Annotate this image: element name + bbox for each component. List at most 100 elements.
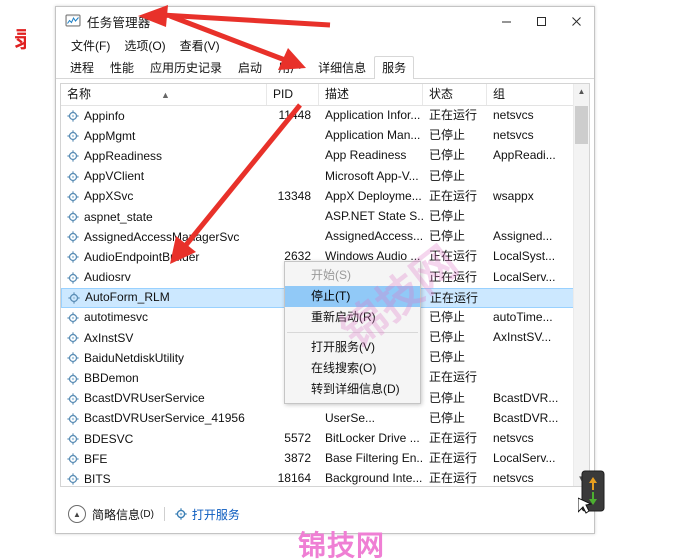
maximize-button[interactable] bbox=[524, 7, 559, 35]
task-manager-window: 任务管理器 文件(F) 选项(O) 查看(V) 进程 性能 应用历史记录 启动 … bbox=[55, 6, 595, 534]
table-row[interactable]: AppVClient Microsoft App-V... 已停止 bbox=[61, 167, 589, 187]
service-name-label: BBDemon bbox=[84, 371, 139, 386]
service-gear-icon bbox=[67, 372, 79, 385]
tab-startup[interactable]: 启动 bbox=[230, 56, 270, 79]
cell-pid bbox=[267, 126, 319, 146]
cell-group: BcastDVR... bbox=[493, 390, 559, 405]
cell-pid: 5572 bbox=[284, 431, 311, 445]
cell-group: Assigned... bbox=[493, 229, 553, 244]
service-gear-icon bbox=[67, 352, 79, 364]
context-menu-item[interactable]: 停止(T) bbox=[285, 286, 420, 307]
cell-status: 正在运行 bbox=[429, 108, 478, 122]
open-services-link[interactable]: 打开服务 bbox=[175, 506, 240, 523]
cell-status: 已停止 bbox=[429, 309, 466, 324]
cell-status: 正在运行 bbox=[429, 188, 478, 203]
service-gear-icon bbox=[175, 508, 187, 520]
left-edge-glyph: 录 bbox=[14, 28, 26, 53]
table-row[interactable]: AppMgmt Application Man... 已停止 netsvcs bbox=[61, 126, 589, 146]
table-row[interactable]: AppXSvc 13348 AppX Deployme... 正在运行 wsappx bbox=[61, 187, 589, 207]
cell-group: LocalServ... bbox=[493, 269, 556, 284]
cell-service-name: autotimesvc bbox=[61, 308, 267, 328]
chevron-up-icon[interactable]: ▲ bbox=[68, 505, 86, 523]
table-row[interactable]: BDESVC 5572 BitLocker Drive ... 正在运行 netsvcs bbox=[61, 429, 589, 449]
cell-service-name: AxInstSV bbox=[61, 328, 267, 348]
cell-status: 已停止 bbox=[429, 350, 466, 365]
service-name-label: AppVClient bbox=[84, 169, 145, 184]
cell-service-name: BaiduNetdiskUtility bbox=[61, 348, 267, 368]
cell-status: 正在运行 bbox=[429, 249, 478, 264]
table-row[interactable]: BITS 18164 Background Inte... 正在运行 netsvcs bbox=[61, 469, 589, 486]
tab-details[interactable]: 详细信息 bbox=[310, 56, 374, 79]
cell-service-name: AutoForm_RLM bbox=[62, 289, 268, 307]
cell-service-name: AssignedAccessManagerSvc bbox=[61, 227, 267, 247]
service-name-label: BFE bbox=[84, 451, 108, 466]
tab-services[interactable]: 服务 bbox=[374, 56, 415, 79]
tab-performance[interactable]: 性能 bbox=[102, 56, 142, 79]
table-row[interactable]: BcastDVRUserService_41956 UserSe... 已停止 Bca… bbox=[61, 409, 589, 429]
scrollbar-thumb[interactable] bbox=[575, 106, 588, 144]
table-header: 名称 ▲ PID 描述 状态 组 bbox=[61, 84, 589, 106]
cell-status: 已停止 bbox=[429, 410, 466, 425]
cell-pid: 18164 bbox=[277, 471, 311, 486]
service-gear-icon bbox=[67, 271, 79, 284]
table-row[interactable]: Appinfo 11448 Application Infor... 正在运行 nets… bbox=[61, 106, 589, 126]
context-menu-item[interactable]: 转到详细信息(D) bbox=[285, 379, 420, 400]
context-menu-item[interactable]: 在线搜索(O) bbox=[285, 358, 420, 379]
table-row[interactable]: BFE 3872 Base Filtering En... 正在运行 LocalServ… bbox=[61, 449, 589, 469]
context-menu-item[interactable]: 打开服务(V) bbox=[285, 337, 420, 358]
cell-pid bbox=[267, 227, 319, 247]
cell-group: BcastDVR... bbox=[493, 410, 559, 425]
service-gear-icon bbox=[67, 130, 79, 142]
close-button[interactable] bbox=[559, 7, 594, 35]
service-gear-icon bbox=[67, 231, 79, 243]
cell-service-name: BDESVC bbox=[61, 429, 267, 449]
cell-service-name: BBDemon bbox=[61, 368, 267, 388]
service-name-label: AudioEndpointBuilder bbox=[84, 249, 200, 264]
scroll-up-arrow[interactable]: ▲ bbox=[574, 84, 589, 99]
cell-status: 已停止 bbox=[429, 128, 466, 143]
status-separator bbox=[163, 507, 165, 521]
tab-users[interactable]: 用户 bbox=[270, 56, 310, 79]
cell-status: 正在运行 bbox=[429, 431, 478, 445]
menu-options[interactable]: 选项(O) bbox=[117, 36, 172, 55]
cell-description: ASP.NET State S... bbox=[325, 208, 423, 223]
cell-service-name: AudioEndpointBuilder bbox=[61, 247, 267, 267]
title-bar[interactable]: 任务管理器 bbox=[56, 7, 594, 35]
menu-file[interactable]: 文件(F) bbox=[64, 36, 117, 55]
service-name-label: aspnet_state bbox=[84, 209, 153, 224]
service-name-label: AppMgmt bbox=[84, 128, 136, 143]
menu-view[interactable]: 查看(V) bbox=[173, 36, 227, 55]
cell-description: BitLocker Drive ... bbox=[325, 431, 420, 445]
minimize-button[interactable] bbox=[489, 7, 524, 35]
tab-app-history[interactable]: 应用历史记录 bbox=[142, 56, 230, 79]
cell-service-name: AppVClient bbox=[61, 167, 267, 187]
cell-group: netsvcs bbox=[493, 128, 534, 143]
column-header-group[interactable]: 组 bbox=[487, 84, 577, 105]
column-header-pid[interactable]: PID bbox=[267, 84, 319, 105]
service-gear-icon bbox=[67, 110, 79, 122]
open-services-label[interactable]: 打开服务 bbox=[192, 506, 240, 523]
table-row[interactable]: aspnet_state ASP.NET State S... 已停止 bbox=[61, 207, 589, 227]
tab-processes[interactable]: 进程 bbox=[62, 56, 102, 79]
screenshot-root: 录 任务管理器 文件(F) 选项(O) 查看(V) 进程 性能 应用历史记录 启… bbox=[0, 0, 680, 559]
cell-status: 正在运行 bbox=[429, 471, 478, 486]
context-menu-item[interactable]: 重新启动(R) bbox=[285, 307, 420, 328]
cell-status: 正在运行 bbox=[430, 290, 479, 305]
cell-pid: 3872 bbox=[284, 451, 311, 466]
cell-group: LocalServ... bbox=[493, 451, 556, 466]
column-header-status[interactable]: 状态 bbox=[423, 84, 487, 105]
service-gear-icon bbox=[67, 312, 79, 324]
service-gear-icon bbox=[67, 171, 79, 183]
cell-description: AssignedAccess... bbox=[325, 229, 423, 244]
vertical-scrollbar[interactable]: ▲ ▼ bbox=[573, 84, 589, 486]
cell-pid: 13348 bbox=[277, 188, 311, 203]
collapse-label[interactable]: 简略信息 bbox=[92, 506, 140, 523]
cell-status: 已停止 bbox=[429, 208, 466, 223]
column-header-name[interactable]: 名称 ▲ bbox=[61, 84, 267, 105]
column-header-desc[interactable]: 描述 bbox=[319, 84, 423, 105]
cell-status: 已停止 bbox=[429, 390, 466, 405]
cell-service-name: AppMgmt bbox=[61, 126, 267, 146]
context-menu: 开始(S) 停止(T) 重新启动(R) 打开服务(V) 在线搜索(O) 转到详细信息(D) bbox=[284, 261, 421, 404]
table-row[interactable]: AppReadiness App Readiness 已停止 AppReadi... bbox=[61, 146, 589, 166]
table-row[interactable]: AssignedAccessManagerSvc AssignedAccess..… bbox=[61, 227, 589, 247]
